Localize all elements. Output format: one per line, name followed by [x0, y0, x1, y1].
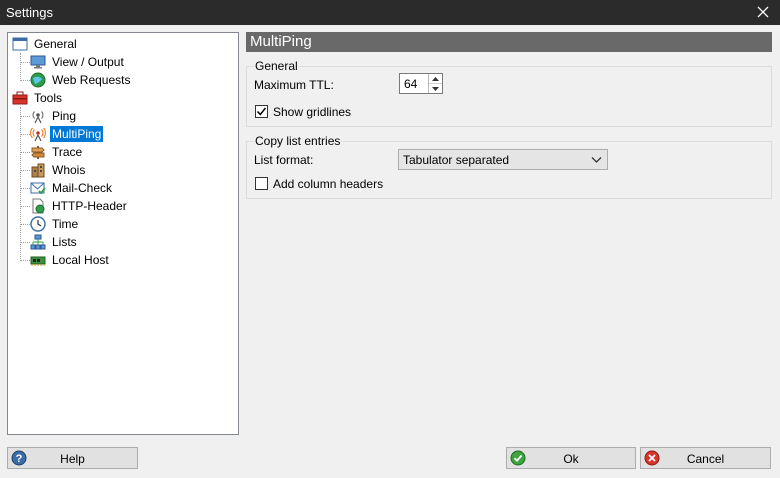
- globe-icon: [30, 72, 46, 88]
- toolbox-icon: [12, 91, 28, 105]
- network-card-icon: [30, 256, 46, 266]
- tree-item-tools[interactable]: Tools: [12, 89, 64, 107]
- list-format-label: List format:: [254, 153, 314, 167]
- clock-icon: [30, 216, 46, 232]
- checkmark-icon: [256, 107, 267, 116]
- window-title: Settings: [6, 5, 53, 20]
- monitor-icon: [30, 55, 46, 69]
- tree-item-time[interactable]: Time: [30, 215, 80, 233]
- tree-item-whois[interactable]: Whois: [30, 161, 87, 179]
- tree-item-general[interactable]: General: [12, 35, 79, 53]
- tree-item-http-header[interactable]: HTTP-Header: [30, 197, 129, 215]
- gridlines-checkbox[interactable]: [255, 105, 268, 118]
- column-headers-checkbox[interactable]: [255, 177, 268, 190]
- list-format-select[interactable]: Tabulator separated: [398, 149, 608, 170]
- spin-down-icon[interactable]: [429, 84, 442, 93]
- multi-antenna-icon: [30, 127, 46, 142]
- tree-item-mail-check[interactable]: Mail-Check: [30, 179, 114, 197]
- tree-item-local-host[interactable]: Local Host: [30, 251, 111, 269]
- tree-item-lists[interactable]: Lists: [30, 233, 79, 251]
- chevron-down-icon: [591, 157, 602, 163]
- settings-tree[interactable]: General View / Output Web Requests Tools…: [7, 32, 239, 435]
- panel-title: MultiPing: [246, 32, 772, 52]
- tree-item-trace[interactable]: Trace: [30, 143, 84, 161]
- general-group-caption: General: [254, 59, 299, 73]
- column-headers-label[interactable]: Add column headers: [273, 177, 383, 191]
- antenna-icon: [32, 111, 44, 124]
- mail-check-icon: [30, 182, 46, 195]
- window-icon: [12, 37, 28, 51]
- gridlines-label[interactable]: Show gridlines: [273, 105, 351, 119]
- building-icon: [31, 163, 45, 178]
- help-button[interactable]: ? Help: [7, 447, 138, 469]
- title-bar: Settings: [0, 0, 780, 25]
- spin-up-icon[interactable]: [429, 74, 442, 84]
- copy-list-group-caption: Copy list entries: [254, 134, 342, 148]
- cancel-button[interactable]: Cancel: [640, 447, 771, 469]
- tree-item-web-requests[interactable]: Web Requests: [30, 71, 133, 89]
- ttl-label: Maximum TTL:: [254, 78, 334, 92]
- ok-button[interactable]: Ok: [506, 447, 636, 469]
- network-list-icon: [30, 234, 46, 250]
- ttl-spinner[interactable]: 64: [399, 73, 443, 94]
- document-globe-icon: [32, 198, 45, 214]
- signpost-icon: [31, 146, 45, 159]
- tree-item-view-output[interactable]: View / Output: [30, 53, 126, 71]
- list-format-value: Tabulator separated: [403, 153, 510, 167]
- tree-item-ping[interactable]: Ping: [30, 107, 78, 125]
- settings-panel: MultiPing: [246, 32, 772, 52]
- tree-item-multiping[interactable]: MultiPing: [30, 125, 104, 143]
- ttl-value[interactable]: 64: [404, 77, 417, 91]
- close-icon[interactable]: [754, 3, 772, 21]
